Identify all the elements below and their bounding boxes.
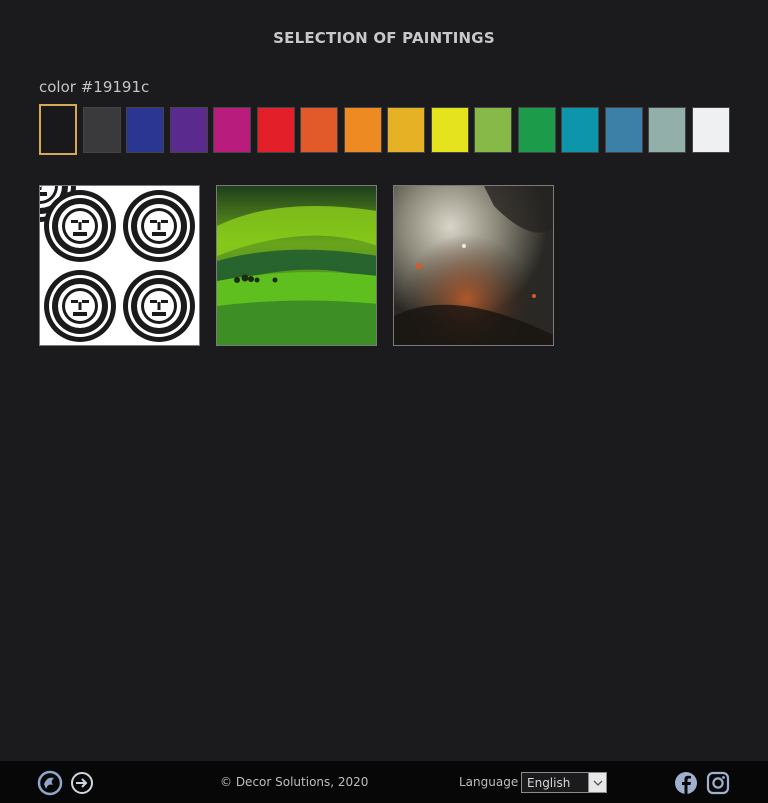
chevron-down-icon: [588, 773, 606, 792]
painting-thumbnail-tribal-suns[interactable]: [39, 185, 200, 346]
color-swatch-9[interactable]: [430, 107, 469, 153]
language-label: Language: [459, 775, 519, 789]
painting-thumbnail-abstract-texture[interactable]: [393, 185, 554, 346]
painting-thumbnail-green-hills[interactable]: [216, 185, 377, 346]
color-swatch-0[interactable]: [39, 104, 77, 155]
color-swatch-1[interactable]: [82, 107, 121, 153]
page-title: SELECTION OF PAINTINGS: [273, 29, 495, 47]
color-swatch-2[interactable]: [126, 107, 164, 153]
language-select[interactable]: English: [521, 772, 607, 793]
color-swatch-13[interactable]: [604, 107, 643, 153]
login-icon[interactable]: [69, 770, 95, 796]
color-swatch-6[interactable]: [300, 107, 338, 153]
color-label: color #19191c: [39, 78, 150, 96]
painting-gallery: [39, 185, 570, 346]
color-swatch-5[interactable]: [256, 107, 295, 153]
green-hills-landscape-painting-icon: [217, 186, 376, 345]
color-swatch-14[interactable]: [648, 107, 686, 153]
color-swatch-row: [39, 104, 735, 155]
logo-icon[interactable]: [37, 770, 63, 796]
color-swatch-4[interactable]: [213, 107, 251, 153]
color-swatch-12[interactable]: [561, 107, 599, 153]
color-swatch-8[interactable]: [387, 107, 425, 153]
color-swatch-10[interactable]: [474, 107, 512, 153]
tribal-sun-masks-painting-icon: [40, 186, 197, 344]
abstract-rust-texture-painting-icon: [394, 186, 553, 345]
footer: © Decor Solutions, 2020 Language English: [0, 761, 768, 803]
facebook-icon[interactable]: [673, 770, 699, 796]
copyright-text: © Decor Solutions, 2020: [220, 775, 369, 789]
color-swatch-3[interactable]: [169, 107, 208, 153]
color-swatch-7[interactable]: [343, 107, 382, 153]
color-swatch-11[interactable]: [517, 107, 556, 153]
language-select-value: English: [527, 776, 571, 790]
color-swatch-15[interactable]: [691, 107, 730, 153]
instagram-icon[interactable]: [705, 770, 731, 796]
